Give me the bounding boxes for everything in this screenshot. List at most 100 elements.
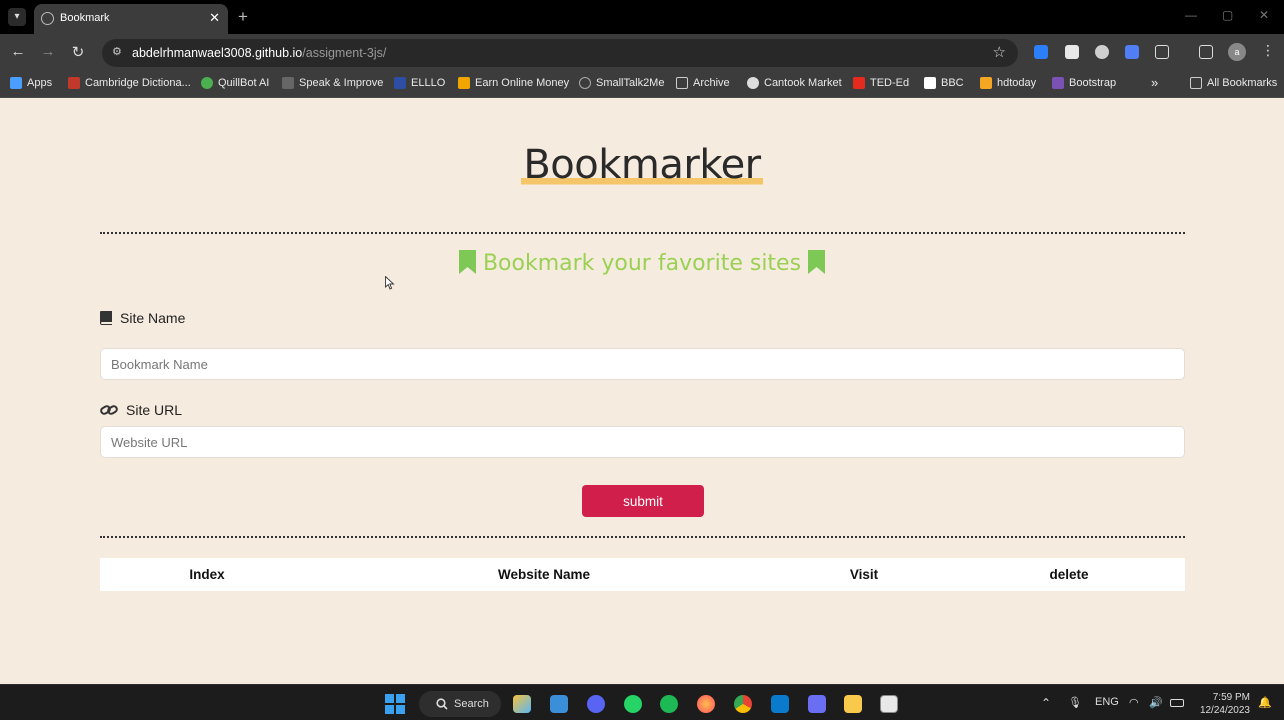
elllo-icon — [394, 77, 406, 89]
taskbar-search[interactable]: Search — [419, 691, 501, 717]
bookmark-hdtoday[interactable]: hdtoday — [980, 77, 1036, 89]
profile-avatar[interactable]: a — [1228, 43, 1246, 61]
search-label: Search — [454, 698, 489, 710]
divider — [100, 232, 1185, 234]
language-indicator[interactable]: ENG — [1095, 696, 1119, 708]
submit-button[interactable]: submit — [582, 485, 704, 517]
column-header-delete: delete — [1049, 567, 1089, 582]
tab-strip: ▾ Bookmark ✕ + — ▢ ✕ — [0, 0, 1284, 34]
more-bookmarks-button[interactable]: » — [1151, 75, 1158, 90]
bookmark-icon — [808, 250, 826, 274]
cambridge-icon — [68, 77, 80, 89]
earn-money-icon — [458, 77, 470, 89]
address-bar[interactable]: ⚙ abdelrhmanwael3008.github.io/assigment… — [102, 39, 1018, 67]
discord-icon[interactable] — [587, 695, 605, 713]
active-tab[interactable]: Bookmark ✕ — [34, 4, 228, 34]
bookmark-smalltalk[interactable]: SmallTalk2Me — [579, 77, 664, 89]
link-icon — [100, 405, 118, 415]
wifi-icon[interactable]: ◠ — [1129, 696, 1139, 709]
bookmark-star-icon[interactable]: ☆ — [993, 43, 1006, 61]
archive-icon — [676, 77, 688, 89]
color-picker-extension-icon[interactable] — [1095, 45, 1109, 59]
bookmark-bootstrap[interactable]: Bootstrap — [1052, 77, 1116, 89]
site-name-input[interactable] — [100, 348, 1185, 380]
reload-button[interactable]: ↻ — [68, 43, 88, 61]
bookmark-ted-ed[interactable]: TED-Ed — [853, 77, 909, 89]
subtitle: Bookmark your favorite sites — [0, 250, 1284, 276]
site-info-icon[interactable]: ⚙ — [112, 45, 122, 58]
column-header-index: Index — [189, 567, 225, 582]
notification-bell-icon[interactable]: 🔔 — [1258, 696, 1272, 709]
snipping-tool-icon[interactable] — [880, 695, 898, 713]
bbc-icon — [924, 77, 936, 89]
bookmark-bbc[interactable]: BBC — [924, 77, 964, 89]
site-url-label: Site URL — [100, 402, 182, 418]
column-header-website-name: Website Name — [497, 567, 591, 582]
bookmark-archive[interactable]: Archive — [676, 77, 730, 89]
chrome-icon[interactable] — [734, 695, 752, 713]
file-explorer-icon[interactable] — [844, 695, 862, 713]
close-icon[interactable]: ✕ — [209, 10, 220, 26]
bookmark-cambridge[interactable]: Cambridge Dictiona... — [68, 77, 191, 89]
bootstrap-icon — [1052, 77, 1064, 89]
divider — [100, 536, 1185, 538]
download-extension-icon[interactable] — [1034, 45, 1048, 59]
column-header-visit: Visit — [849, 567, 879, 582]
ted-ed-icon — [853, 77, 865, 89]
search-icon — [436, 698, 448, 710]
bookmark-icon — [458, 250, 476, 274]
page-title: Bookmarker — [521, 142, 763, 188]
tab-search-button[interactable]: ▾ — [8, 8, 26, 26]
spotify-icon[interactable] — [660, 695, 678, 713]
subtitle-text: Bookmark your favorite sites — [482, 251, 802, 276]
firefox-icon[interactable] — [697, 695, 715, 713]
bookmark-earn-money[interactable]: Earn Online Money — [458, 77, 569, 89]
windows-start-icon[interactable] — [385, 694, 405, 714]
clock-date: 12/24/2023 — [1199, 705, 1250, 716]
clock-time: 7:59 PM — [1212, 692, 1250, 703]
url-text[interactable]: abdelrhmanwael3008.github.io/assigment-3… — [132, 46, 386, 60]
book-icon — [100, 311, 112, 325]
bookmarks-table-header: Index Website Name Visit delete — [100, 558, 1185, 591]
maximize-button[interactable]: ▢ — [1222, 8, 1233, 22]
back-button[interactable]: ← — [8, 43, 28, 60]
quillbot-icon — [201, 77, 213, 89]
whatsapp-icon[interactable] — [624, 695, 642, 713]
vscode-icon[interactable] — [771, 695, 789, 713]
site-url-input[interactable] — [100, 426, 1185, 458]
folder-icon — [1190, 77, 1202, 89]
bookmark-elllo[interactable]: ELLLO — [394, 77, 445, 89]
windows-taskbar: Search ⌃ 🎙 ENG ◠ 🔊 7:59 PM 12/24/2023 🔔 — [0, 684, 1284, 720]
cantook-icon — [747, 77, 759, 89]
bookmark-speak-improve[interactable]: Speak & Improve — [282, 77, 383, 89]
forward-button[interactable]: → — [38, 43, 58, 60]
tab-title: Bookmark — [60, 12, 110, 24]
widgets-icon[interactable] — [513, 695, 531, 713]
extensions-puzzle-icon[interactable] — [1155, 45, 1169, 59]
volume-icon[interactable]: 🔊 — [1149, 696, 1163, 709]
battery-icon[interactable] — [1170, 699, 1184, 707]
window-close-button[interactable]: ✕ — [1259, 8, 1269, 22]
minimize-button[interactable]: — — [1185, 8, 1197, 22]
menu-kebab-icon[interactable]: ⋮ — [1261, 42, 1275, 59]
bookmark-quillbot[interactable]: QuillBot AI — [201, 77, 269, 89]
docs-extension-icon[interactable] — [1125, 45, 1139, 59]
page-content: Bookmarker Bookmark your favorite sites … — [0, 98, 1284, 684]
system-clock[interactable]: 7:59 PM 12/24/2023 — [1198, 691, 1250, 717]
notes-extension-icon[interactable] — [1065, 45, 1079, 59]
bookmark-apps[interactable]: Apps — [10, 77, 52, 89]
tray-overflow-chevron-icon[interactable]: ⌃ — [1041, 696, 1051, 710]
side-panel-icon[interactable] — [1199, 45, 1213, 59]
site-name-label-text: Site Name — [120, 310, 186, 326]
mouse-cursor-icon — [385, 276, 395, 290]
new-tab-button[interactable]: + — [238, 7, 248, 27]
speak-improve-icon — [282, 77, 294, 89]
globe-icon — [41, 12, 54, 25]
microsoft-store-icon[interactable] — [550, 695, 568, 713]
bookmark-cantook[interactable]: Cantook Market — [747, 77, 842, 89]
game-controller-icon[interactable] — [808, 695, 826, 713]
all-bookmarks-button[interactable]: All Bookmarks — [1190, 77, 1277, 89]
microphone-icon[interactable]: 🎙 — [1068, 696, 1082, 709]
hdtoday-icon — [980, 77, 992, 89]
site-name-label: Site Name — [100, 310, 185, 326]
